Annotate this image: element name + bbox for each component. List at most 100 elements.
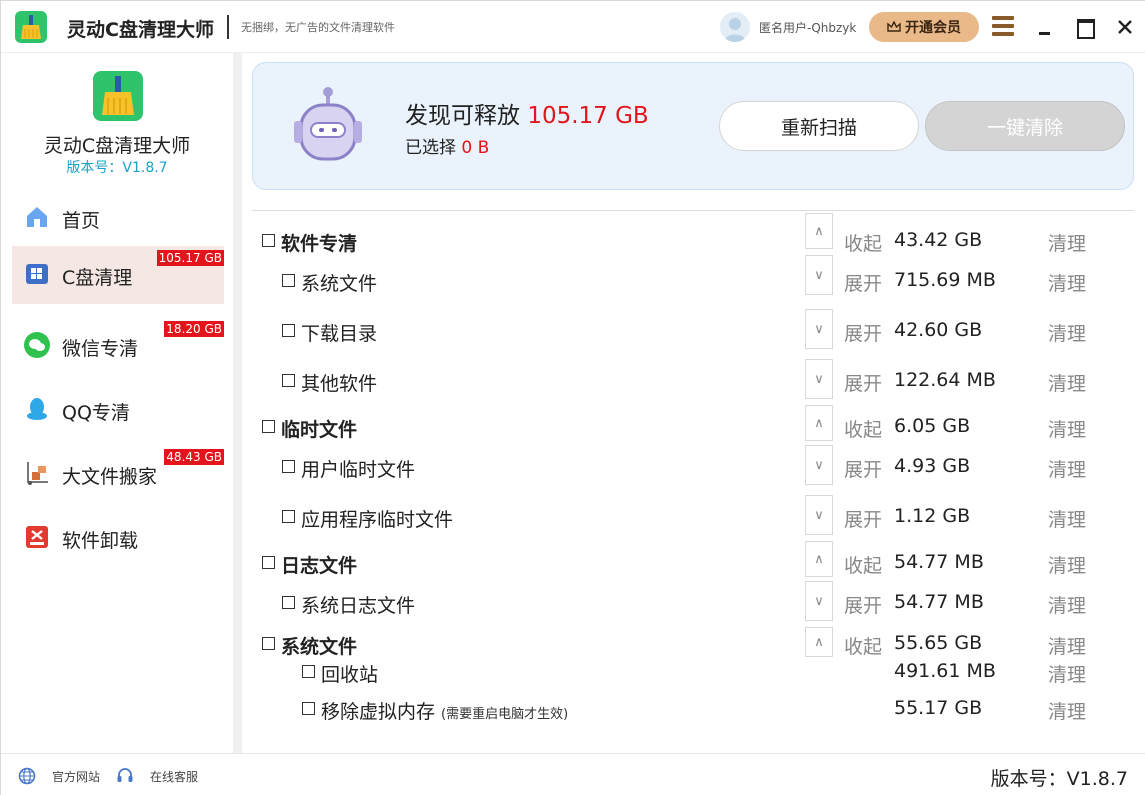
- collapse-label[interactable]: 收起: [844, 551, 882, 578]
- category-name: 日志文件: [281, 555, 358, 577]
- username[interactable]: 匿名用户-Qhbzyk: [759, 19, 856, 36]
- category-checkbox[interactable]: [262, 556, 275, 569]
- expand-label[interactable]: 展开: [844, 455, 882, 482]
- sidebar-divider: [233, 53, 242, 753]
- vip-button-label: 开通会员: [905, 20, 961, 36]
- official-website-link[interactable]: 官方网站: [52, 768, 100, 785]
- expand-toggle[interactable]: ∨: [805, 581, 833, 621]
- item-name: 用户临时文件: [301, 459, 416, 481]
- item-name: 移除虚拟内存 (需要重启电脑才生效): [321, 697, 568, 724]
- expand-toggle[interactable]: ∨: [805, 445, 833, 485]
- online-support-link[interactable]: 在线客服: [150, 768, 198, 785]
- category-checkbox[interactable]: [262, 637, 275, 650]
- vip-button[interactable]: 开通会员: [869, 12, 979, 42]
- collapse-toggle[interactable]: ∧: [805, 213, 833, 249]
- subitem-row: 系统日志文件 ∨ 展开 54.77 MB 清理: [242, 581, 1145, 621]
- expand-label[interactable]: 展开: [844, 269, 882, 296]
- sidebar-item-home[interactable]: 首页: [12, 189, 224, 247]
- minimize-button[interactable]: [1033, 14, 1059, 40]
- brand-version: 版本号：V1.8.7: [66, 160, 168, 176]
- category-name: 系统文件: [281, 636, 358, 658]
- expand-toggle[interactable]: ∨: [805, 495, 833, 535]
- size-badge: 48.43 GB: [164, 449, 224, 465]
- clean-button[interactable]: 清理: [1048, 591, 1086, 618]
- broom-app-icon: [15, 11, 47, 43]
- item-checkbox[interactable]: [282, 596, 295, 609]
- expand-toggle[interactable]: ∨: [805, 309, 833, 349]
- brand-name: 灵动C盘清理大师: [43, 135, 191, 157]
- sidebar-item-qq-clean[interactable]: QQ专清: [12, 381, 224, 439]
- size-value: 6.05 GB: [894, 415, 971, 437]
- collapse-toggle[interactable]: ∧: [805, 541, 833, 577]
- item-checkbox[interactable]: [282, 510, 295, 523]
- size-value: 4.93 GB: [894, 455, 971, 477]
- sidebar-item-label: 软件卸载: [62, 530, 139, 552]
- app-title: 灵动C盘清理大师: [67, 19, 214, 41]
- category-checkbox[interactable]: [262, 234, 275, 247]
- item-checkbox[interactable]: [302, 665, 315, 678]
- found-prefix: 发现可释放: [405, 103, 520, 129]
- category-row: 软件专清 ∧ 收起 43.42 GB 清理: [242, 213, 1145, 257]
- clean-button[interactable]: 清理: [1048, 697, 1086, 724]
- expand-toggle[interactable]: ∨: [805, 359, 833, 399]
- sidebar-item-wechat-clean[interactable]: 微信专清 18.20 GB: [12, 317, 224, 375]
- category-checkbox[interactable]: [262, 420, 275, 433]
- footer-version: 版本号：V1.8.7: [990, 768, 1128, 790]
- item-checkbox[interactable]: [302, 702, 315, 715]
- collapse-label[interactable]: 收起: [844, 632, 882, 659]
- app-subtitle: 无捆绑，无广告的文件清理软件: [241, 21, 395, 34]
- collapse-label[interactable]: 收起: [844, 415, 882, 442]
- title-bar: 灵动C盘清理大师 无捆绑，无广告的文件清理软件 匿名用户-Qhbzyk 开通会员: [1, 1, 1145, 53]
- maximize-button[interactable]: [1073, 14, 1099, 40]
- sidebar-item-uninstall[interactable]: 软件卸载: [12, 509, 224, 567]
- clean-button[interactable]: 清理: [1048, 269, 1086, 296]
- item-checkbox[interactable]: [282, 324, 295, 337]
- one-click-clean-button[interactable]: 一键清除: [925, 101, 1125, 151]
- expand-label[interactable]: 展开: [844, 505, 882, 532]
- clean-button[interactable]: 清理: [1048, 632, 1086, 659]
- home-icon: [27, 207, 47, 227]
- category-row: 系统文件 ∧ 收起 55.65 GB 清理: [242, 627, 1145, 660]
- clean-button[interactable]: 清理: [1048, 415, 1086, 442]
- sidebar-item-label: C盘清理: [62, 267, 133, 289]
- sidebar-item-big-file-move[interactable]: 大文件搬家 48.43 GB: [12, 445, 224, 503]
- item-checkbox[interactable]: [282, 460, 295, 473]
- uninstall-icon: [26, 526, 48, 548]
- expand-toggle[interactable]: ∨: [805, 255, 833, 295]
- sidebar-item-c-drive-clean[interactable]: C盘清理 105.17 GB: [12, 246, 224, 304]
- item-checkbox[interactable]: [282, 374, 295, 387]
- item-name: 其他软件: [301, 373, 378, 395]
- collapse-label[interactable]: 收起: [844, 229, 882, 256]
- category-row: 临时文件 ∧ 收起 6.05 GB 清理: [242, 405, 1145, 443]
- size-value: 54.77 MB: [894, 591, 984, 613]
- collapse-toggle[interactable]: ∧: [805, 405, 833, 441]
- section-divider: [252, 210, 1134, 211]
- size-value: 55.65 GB: [894, 632, 983, 654]
- expand-label[interactable]: 展开: [844, 591, 882, 618]
- clean-button[interactable]: 清理: [1048, 455, 1086, 482]
- sidebar: 灵动C盘清理大师 版本号：V1.8.7 首页 C盘清理 105.17 GB 微信…: [1, 53, 233, 753]
- sidebar-item-label: 微信专清: [62, 338, 139, 360]
- subitem-row: 系统文件 ∨ 展开 715.69 MB 清理: [242, 255, 1145, 297]
- windows-drive-icon: [26, 264, 48, 284]
- clean-button[interactable]: 清理: [1048, 319, 1086, 346]
- size-value: 715.69 MB: [894, 269, 996, 291]
- clean-button[interactable]: 清理: [1048, 229, 1086, 256]
- collapse-toggle[interactable]: ∧: [805, 627, 833, 657]
- close-button[interactable]: [1112, 14, 1138, 40]
- scan-summary-panel: 发现可释放 105.17 GB 已选择 0 B 重新扫描 一键清除: [252, 62, 1134, 190]
- clean-button[interactable]: 清理: [1048, 369, 1086, 396]
- selected-prefix: 已选择: [405, 138, 456, 158]
- releasable-size-text: 发现可释放 105.17 GB: [405, 96, 649, 130]
- item-checkbox[interactable]: [282, 274, 295, 287]
- size-value: 43.42 GB: [894, 229, 983, 251]
- clean-button[interactable]: 清理: [1048, 660, 1086, 687]
- avatar[interactable]: [720, 12, 750, 42]
- size-value: 122.64 MB: [894, 369, 996, 391]
- rescan-button[interactable]: 重新扫描: [719, 101, 919, 151]
- expand-label[interactable]: 展开: [844, 369, 882, 396]
- hamburger-menu-icon[interactable]: [992, 16, 1014, 38]
- expand-label[interactable]: 展开: [844, 319, 882, 346]
- clean-button[interactable]: 清理: [1048, 505, 1086, 532]
- clean-button[interactable]: 清理: [1048, 551, 1086, 578]
